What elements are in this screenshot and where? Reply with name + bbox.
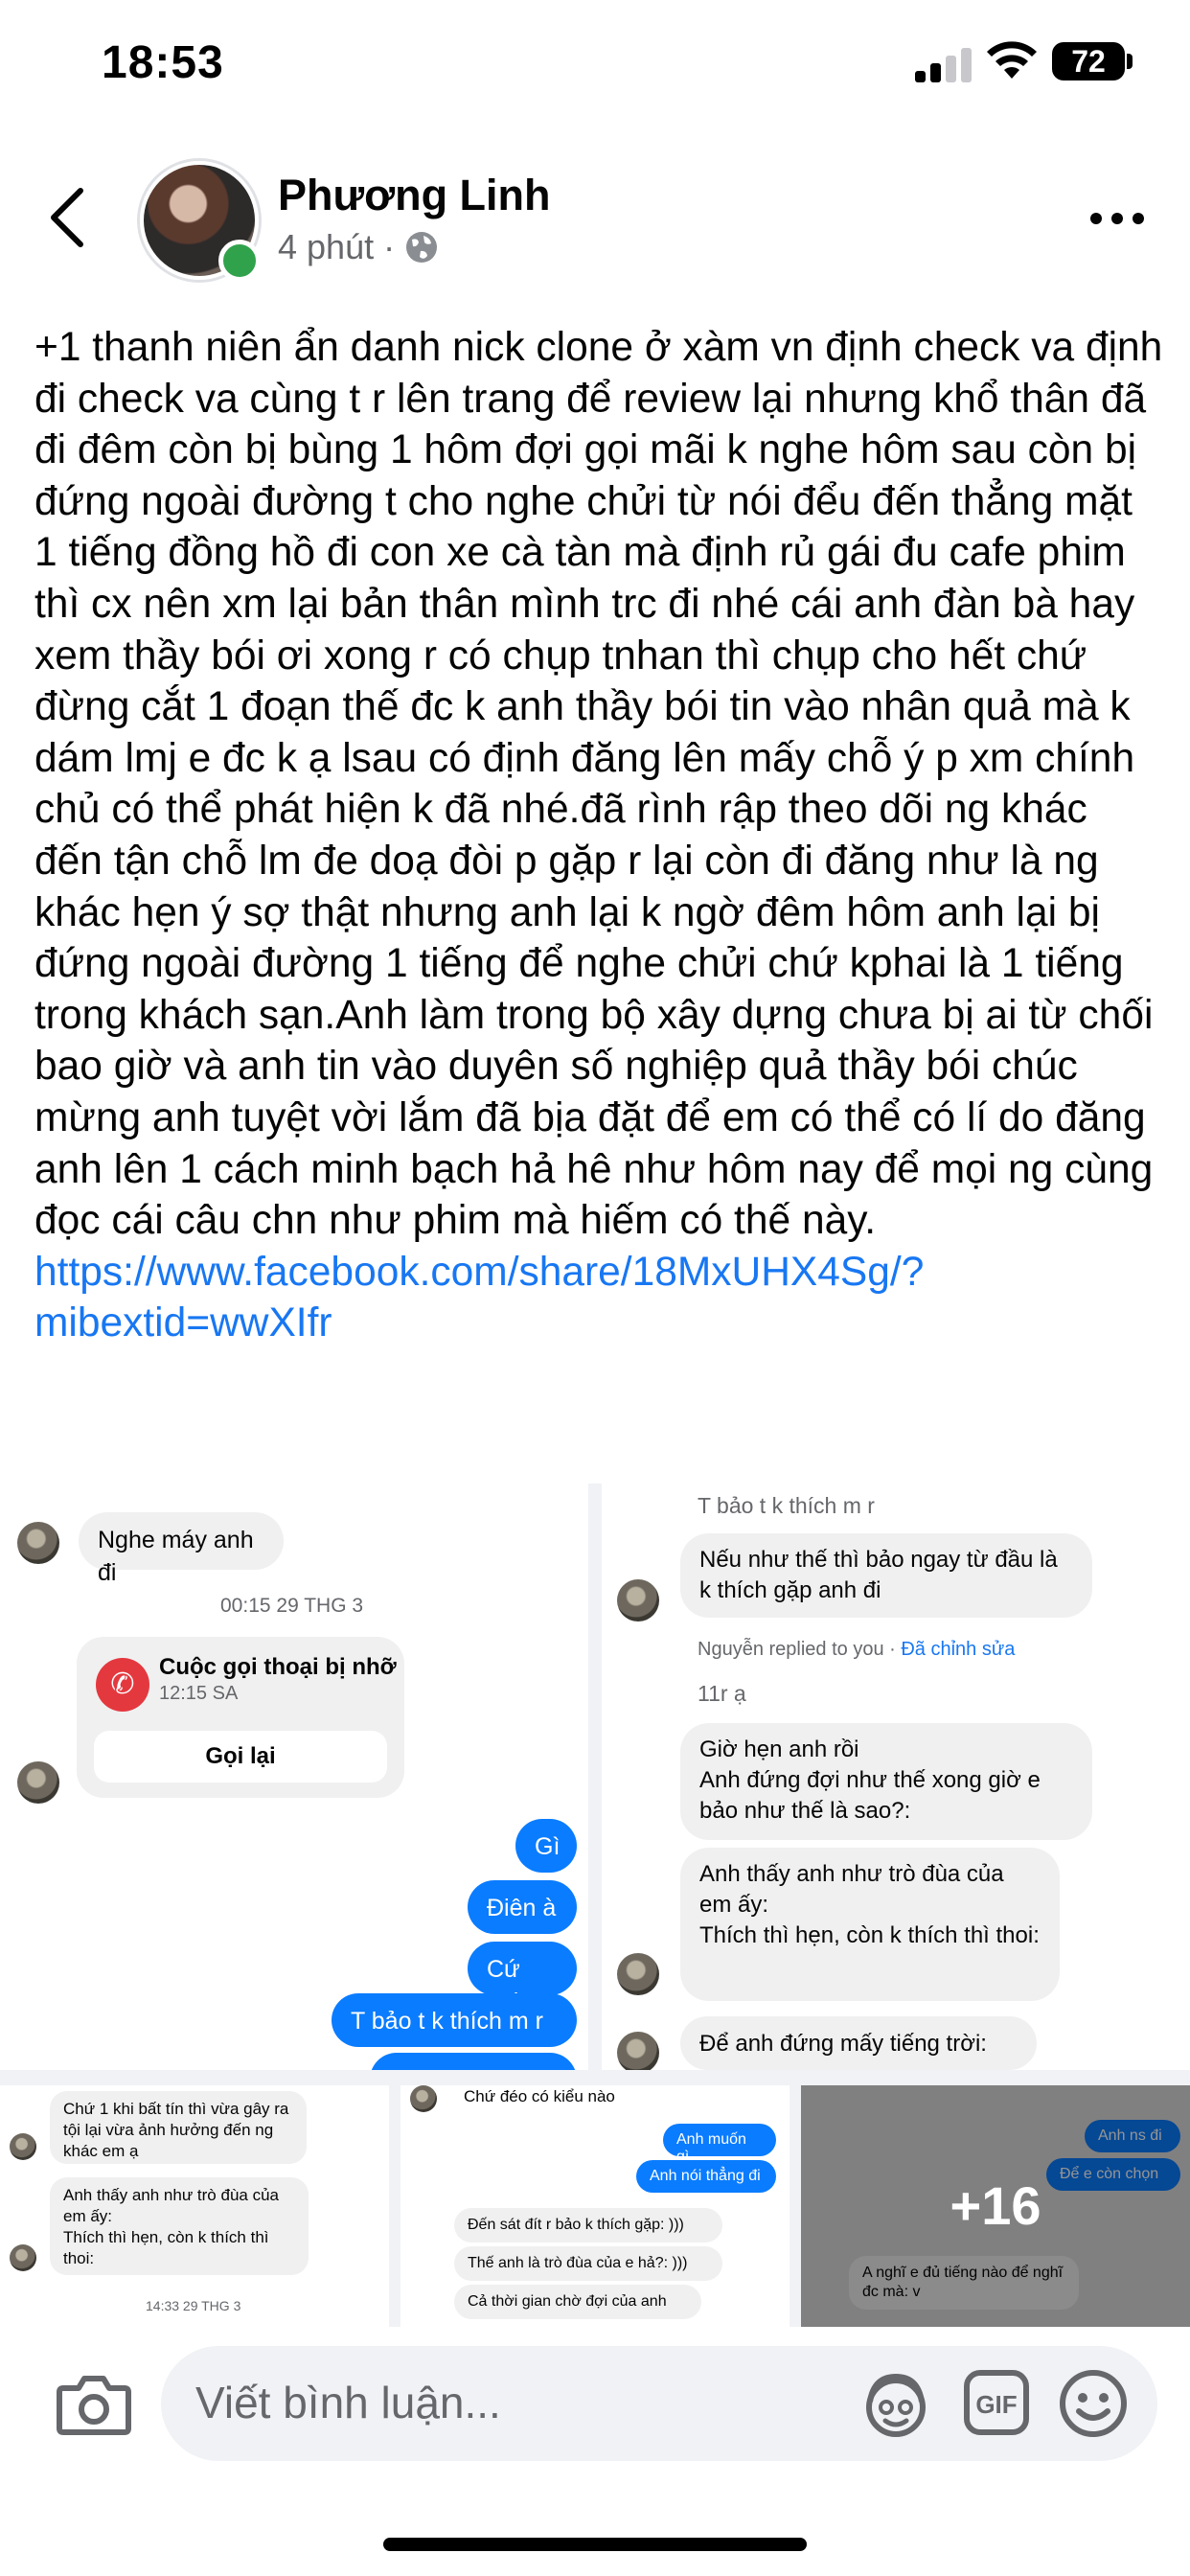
chat-screenshot-5[interactable]: Anh ns đi Để e còn chọn A nghĩ e đủ tiến… xyxy=(801,2085,1190,2327)
chat-screenshot-2[interactable]: T bảo t k thích m r Nếu như thế thì bảo … xyxy=(602,1484,1190,2070)
meta-separator: · xyxy=(383,227,396,266)
chat-screenshot-3[interactable]: Chứ 1 khi bất tín thì vừa gây ra tội lại… xyxy=(0,2085,389,2327)
call-back-button: Gọi lại xyxy=(94,1731,387,1782)
chat-bubble: Đến sát đít r bảo k thích gặp: ))) xyxy=(454,2208,722,2242)
chat-avatar xyxy=(17,1761,59,1804)
chat-bubble: Chứ 1 khi bất tín thì vừa gây ra tội lại… xyxy=(50,2091,307,2164)
reply-label: Nguyễn replied to you · Đã chỉnh sửa xyxy=(698,1639,1016,1660)
chat-avatar xyxy=(10,2133,36,2160)
chat-bubble: Thế anh là trò đùa của e hả?: ))) xyxy=(454,2246,722,2281)
chat-screenshot-1[interactable]: Nghe máy anh đi 00:15 29 THG 3 ✆ Cuộc gọ… xyxy=(0,1484,588,2070)
post-text: +1 thanh niên ẩn danh nick clone ở xàm v… xyxy=(34,325,1163,1244)
chat-bubble-sent: Gì xyxy=(515,1819,577,1873)
chat-bubble: Cả thời gian chờ đợi của anh xyxy=(454,2285,701,2319)
chat-screenshot-4[interactable]: Chứ đéo có kiểu nào Anh muốn gì Anh nói … xyxy=(400,2085,790,2327)
battery-tip xyxy=(1127,54,1133,69)
chat-bubble-sent: Điên à xyxy=(468,1880,577,1934)
chat-bubble-sent: Cứ gọi xyxy=(468,1942,577,2015)
chat-avatar xyxy=(617,2032,659,2070)
wifi-icon xyxy=(987,41,1037,79)
camera-icon[interactable] xyxy=(56,2371,132,2438)
chat-bubble: Anh thấy anh như trò đùa của em ấy: Thíc… xyxy=(50,2177,309,2275)
online-indicator xyxy=(218,240,261,282)
reply-quote: 11r ạ xyxy=(698,1681,746,1706)
post-link[interactable]: https://www.facebook.com/share/18MxUHX4S… xyxy=(34,1250,924,1346)
avatar-sticker-icon[interactable] xyxy=(860,2369,931,2440)
chat-avatar xyxy=(617,1579,659,1622)
time-ago[interactable]: 4 phút xyxy=(278,227,374,267)
globe-icon xyxy=(406,232,438,263)
emoji-icon[interactable] xyxy=(1059,2369,1128,2438)
status-time: 18:53 xyxy=(102,37,224,88)
svg-text:GIF: GIF xyxy=(975,2390,1017,2419)
comment-placeholder: Viết bình luận... xyxy=(195,2378,501,2427)
chat-bubble-sent-cut xyxy=(370,2053,577,2070)
chat-bubble-sent: T bảo t k thích m r xyxy=(332,1993,577,2047)
chat-timestamp: 00:15 29 THG 3 xyxy=(220,1595,364,1617)
chat-avatar xyxy=(17,1522,59,1564)
chat-avatar xyxy=(410,2085,437,2112)
image-grid: Nghe máy anh đi 00:15 29 THG 3 ✆ Cuộc gọ… xyxy=(0,1484,1190,2327)
missed-call-card: ✆ Cuộc gọi thoại bị nhỡ 12:15 SA Gọi lại xyxy=(77,1637,404,1798)
back-arrow-icon[interactable] xyxy=(48,187,86,249)
missed-call-icon: ✆ xyxy=(96,1658,149,1712)
chat-bubble: Nếu như thế thì bảo ngay từ đầu là k thí… xyxy=(680,1533,1092,1618)
author-name[interactable]: Phương Linh xyxy=(278,171,551,220)
chat-bubble: Giờ hẹn anh rồi Anh đứng đợi như thế xon… xyxy=(680,1723,1092,1840)
call-title: Cuộc gọi thoại bị nhỡ xyxy=(159,1654,397,1680)
chat-bubble-sent: Anh nói thẳng đi xyxy=(636,2160,776,2193)
home-indicator xyxy=(383,2538,807,2551)
battery-icon: 72 xyxy=(1052,42,1125,80)
chat-timestamp: 14:33 29 THG 3 xyxy=(146,2298,241,2313)
chat-bubble: Nghe máy anh đi xyxy=(79,1512,284,1586)
chat-bubble-sent: Anh muốn gì xyxy=(663,2124,776,2165)
chat-text: Chứ đéo có kiểu nào xyxy=(464,2087,615,2105)
more-photos-count[interactable]: +16 xyxy=(801,2085,1190,2327)
gif-icon[interactable]: GIF xyxy=(963,2369,1030,2436)
call-time: 12:15 SA xyxy=(159,1683,239,1704)
post-body: +1 thanh niên ẩn danh nick clone ở xàm v… xyxy=(34,322,1165,1349)
signal-icon xyxy=(915,46,974,82)
chat-bubble: Anh thấy anh như trò đùa của em ấy: Thíc… xyxy=(680,1848,1060,2001)
post-meta: 4 phút · xyxy=(278,227,439,267)
chat-bubble: Để anh đứng mấy tiếng trời: xyxy=(680,2016,1037,2070)
quoted-message: T bảo t k thích m r xyxy=(698,1493,875,1518)
chat-avatar xyxy=(617,1953,659,1995)
chat-avatar xyxy=(10,2244,36,2271)
more-options-icon[interactable] xyxy=(1090,209,1148,228)
